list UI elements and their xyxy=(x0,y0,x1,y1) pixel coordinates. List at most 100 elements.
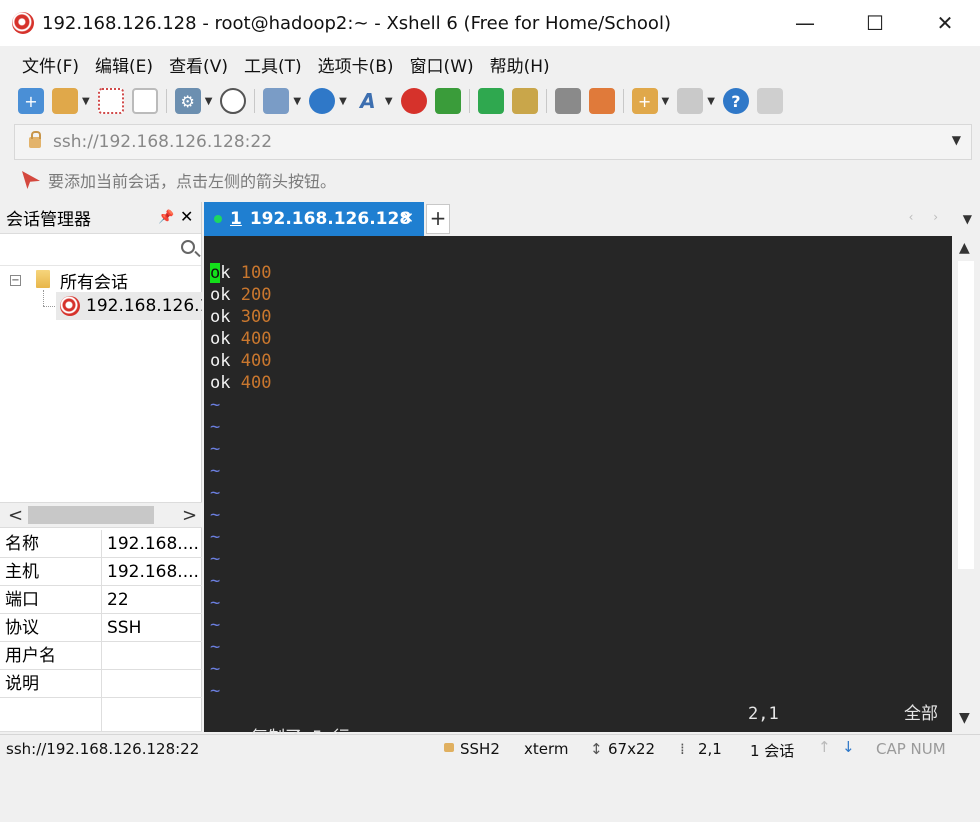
tree-item-session[interactable]: 192.168.126.128 xyxy=(56,292,202,320)
status-terminal-type: xterm xyxy=(524,740,569,758)
new-session-icon[interactable]: + xyxy=(18,88,44,114)
vim-empty-line: ~ xyxy=(210,571,221,591)
open-dropdown-icon[interactable]: ▼ xyxy=(82,96,90,107)
folder-dropdown-icon[interactable]: ▼ xyxy=(662,96,670,107)
scroll-down-icon[interactable]: ▼ xyxy=(959,710,970,726)
properties-icon[interactable]: ⚙ xyxy=(174,88,201,114)
property-row: 用户名 xyxy=(0,642,202,670)
disconnect-icon[interactable] xyxy=(97,88,124,114)
property-key: 用户名 xyxy=(0,642,102,669)
property-key: 端口 xyxy=(0,586,102,613)
session-manager-header: 会话管理器 📌 ✕ xyxy=(0,202,201,234)
pin-icon[interactable]: 📌 xyxy=(158,210,174,225)
arrow-up-icon[interactable]: ↑ xyxy=(818,738,831,756)
open-folder-icon[interactable] xyxy=(52,88,78,114)
scroll-up-icon[interactable]: ▲ xyxy=(959,240,970,256)
help-icon[interactable]: ? xyxy=(722,88,749,114)
reconnect-icon[interactable] xyxy=(131,88,158,114)
session-properties: 名称 192.168.... 主机 192.168.... 端口 22 协议 S… xyxy=(0,530,202,732)
transfer-icon[interactable] xyxy=(263,88,290,114)
session-search-input[interactable] xyxy=(0,234,172,264)
add-session-arrow-icon[interactable] xyxy=(22,171,40,189)
terminal-value: 400 xyxy=(240,373,272,393)
status-protocol: SSH2 xyxy=(460,740,500,758)
tab-list-dropdown-icon[interactable]: ▼ xyxy=(963,212,972,226)
tab-session-1[interactable]: 1 192.168.126.128 ✕ xyxy=(204,202,424,236)
address-dropdown-icon[interactable]: ▼ xyxy=(952,133,961,147)
globe-dropdown-icon[interactable]: ▼ xyxy=(339,96,347,107)
properties-dropdown-icon[interactable]: ▼ xyxy=(205,96,213,107)
menu-view[interactable]: 查看(V) xyxy=(161,52,236,77)
scroll-right-icon[interactable]: > xyxy=(182,505,197,526)
menu-edit[interactable]: 编辑(E) xyxy=(87,52,161,77)
toolbar: + ▼ ⚙ ▼ ▼ ▼ A ▼ + ▼ ▼ ? xyxy=(0,82,980,120)
font-dropdown-icon[interactable]: ▼ xyxy=(385,96,393,107)
property-row: 协议 SSH xyxy=(0,614,202,642)
vim-scroll-state: 全部 xyxy=(904,704,938,724)
terminal-value: 100 xyxy=(240,263,272,283)
property-value: 192.168.... xyxy=(107,534,199,554)
xshell-logo-icon xyxy=(12,12,34,34)
terminal-cursor: o xyxy=(210,263,221,283)
keyboard-icon[interactable] xyxy=(554,88,581,114)
close-panel-icon[interactable]: ✕ xyxy=(180,207,193,226)
transfer-dropdown-icon[interactable]: ▼ xyxy=(293,96,301,107)
menu-window[interactable]: 窗口(W) xyxy=(402,52,482,77)
session-search xyxy=(0,234,201,266)
lock-icon[interactable] xyxy=(511,88,538,114)
terminal-screen[interactable]: ok 100 ok 200 ok 300 ok 400 ok 400 ok 40… xyxy=(204,236,952,748)
globe-icon[interactable] xyxy=(309,88,336,114)
scroll-thumb[interactable] xyxy=(957,260,975,570)
terminal-scrollbar[interactable]: ▲ ▼ xyxy=(952,236,980,732)
vim-empty-line: ~ xyxy=(210,461,221,481)
address-bar[interactable]: ssh://192.168.126.128:22 ▼ xyxy=(14,124,972,160)
tab-close-icon[interactable]: ✕ xyxy=(401,209,414,227)
vim-cursor-position: 2,1 xyxy=(748,704,779,724)
compose-icon[interactable] xyxy=(588,88,615,114)
menu-tab[interactable]: 选项卡(B) xyxy=(310,52,402,77)
status-bar: ssh://192.168.126.128:22 SSH2 xterm ↕ 67… xyxy=(0,734,980,763)
xftp-icon[interactable] xyxy=(434,88,461,114)
vim-empty-line: ~ xyxy=(210,593,221,613)
search-icon[interactable] xyxy=(181,240,195,254)
fullscreen-icon[interactable] xyxy=(477,88,504,114)
status-connection: ssh://192.168.126.128:22 xyxy=(6,740,200,758)
scroll-left-icon[interactable]: < xyxy=(8,505,23,526)
terminal-word: ok xyxy=(210,329,231,349)
scroll-thumb[interactable] xyxy=(28,506,154,524)
property-key: 说明 xyxy=(0,670,102,697)
horizontal-scrollbar[interactable]: < > xyxy=(0,502,202,528)
session-manager-title: 会话管理器 xyxy=(6,210,91,230)
property-value xyxy=(102,670,202,697)
minimize-button[interactable]: — xyxy=(770,0,840,46)
menu-tools[interactable]: 工具(T) xyxy=(236,52,310,77)
toolbar-separator xyxy=(254,89,256,113)
new-folder-icon[interactable]: + xyxy=(631,88,658,114)
terminal-line: ok 300 xyxy=(210,306,271,328)
arrow-down-icon[interactable]: ↓ xyxy=(842,738,855,756)
maximize-button[interactable]: ☐ xyxy=(840,0,910,46)
cursor-icon: ⁞ xyxy=(680,740,685,758)
address-input[interactable]: ssh://192.168.126.128:22 xyxy=(53,132,272,152)
font-icon[interactable]: A xyxy=(355,88,381,114)
xshell-icon[interactable] xyxy=(400,88,427,114)
property-key: 主机 xyxy=(0,558,102,585)
menu-help[interactable]: 帮助(H) xyxy=(482,52,558,77)
lock-icon xyxy=(444,743,454,752)
terminal-line: ok 400 xyxy=(210,372,271,394)
tree-item-all-sessions[interactable]: 所有会话 xyxy=(60,268,128,293)
layout-dropdown-icon[interactable]: ▼ xyxy=(707,96,715,107)
layout-icon[interactable] xyxy=(677,88,704,114)
close-button[interactable]: ✕ xyxy=(910,0,980,46)
toolbar-separator xyxy=(165,89,167,113)
window-title: 192.168.126.128 - root@hadoop2:~ - Xshel… xyxy=(42,12,671,34)
menu-file[interactable]: 文件(F) xyxy=(14,52,87,77)
folder-icon xyxy=(36,270,50,288)
tab-title: 192.168.126.128 xyxy=(249,209,412,229)
collapse-icon[interactable]: − xyxy=(10,275,21,286)
chat-icon[interactable] xyxy=(756,88,783,114)
tab-nav-arrows-icon[interactable]: ‹ › xyxy=(909,210,946,224)
hint-text: 要添加当前会话，点击左侧的箭头按钮。 xyxy=(48,172,337,191)
find-icon[interactable] xyxy=(220,88,247,114)
new-tab-button[interactable]: + xyxy=(426,204,450,234)
